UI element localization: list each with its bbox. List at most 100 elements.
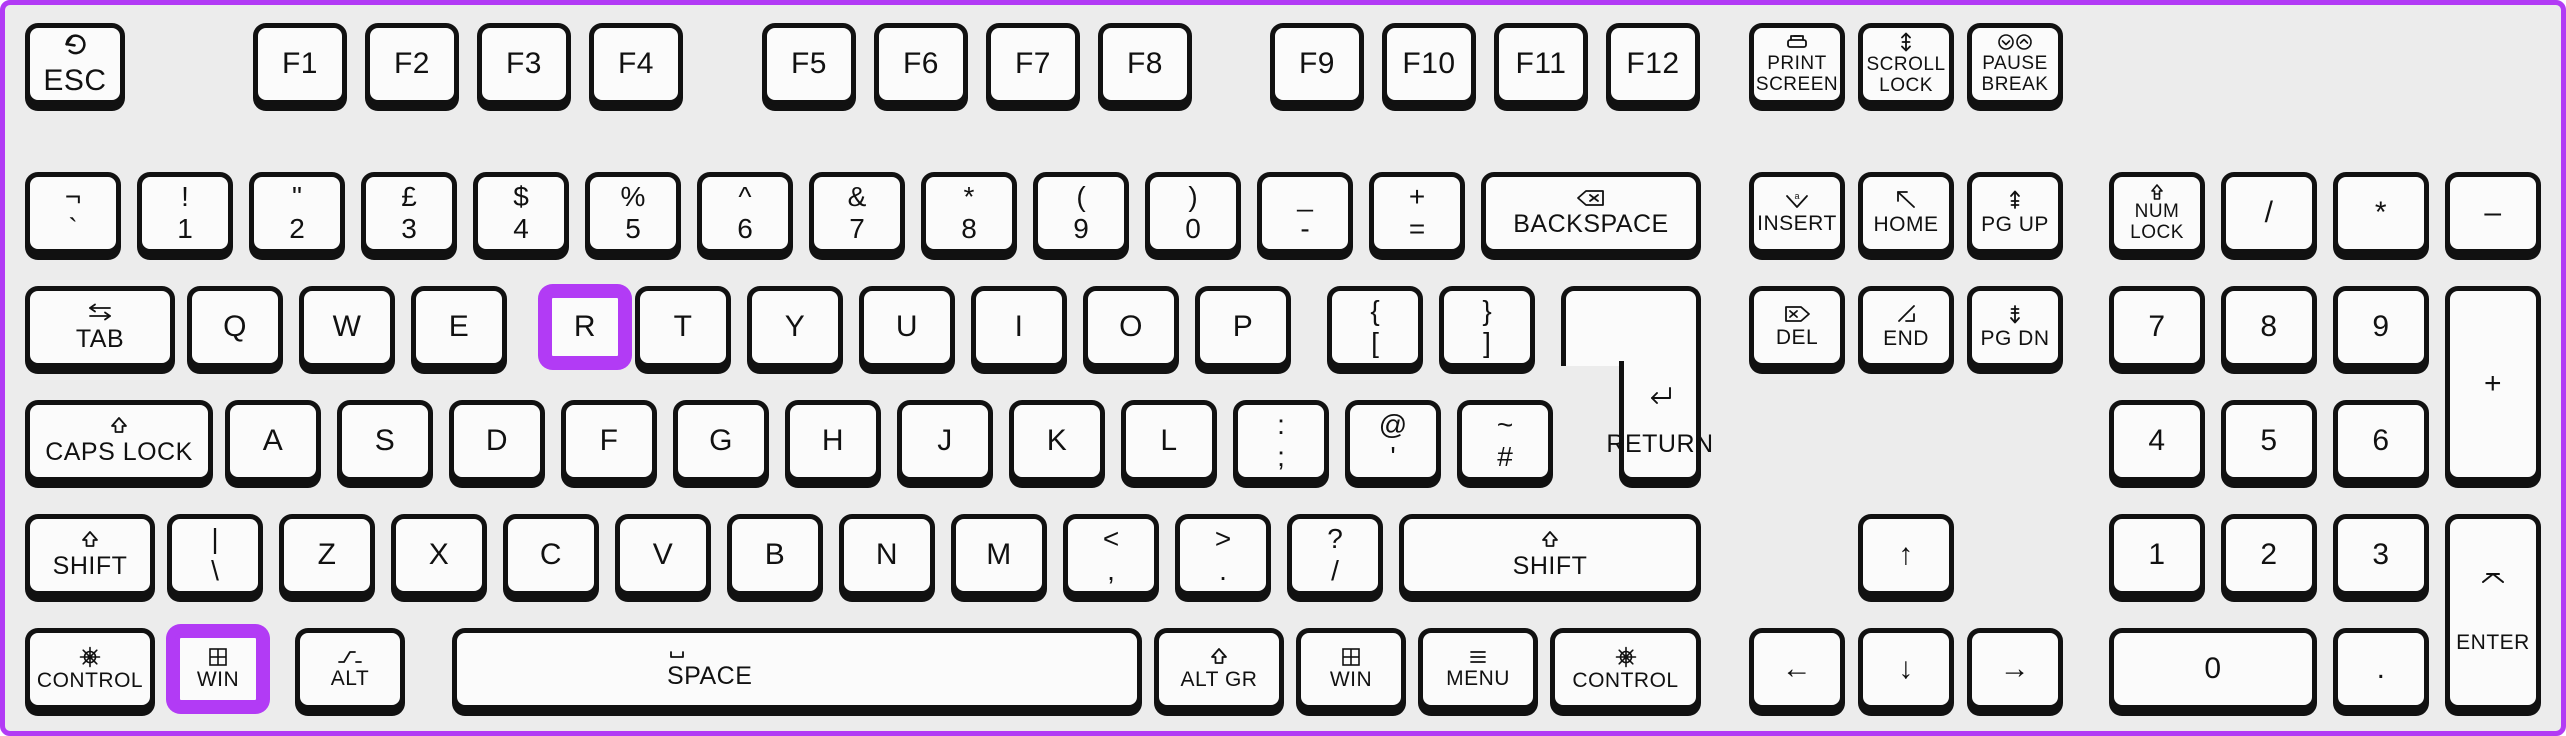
key-print-screen[interactable]: PRINT SCREEN (1749, 23, 1845, 105)
key-numpad-7[interactable]: 7 (2109, 286, 2205, 368)
key-numpad-4[interactable]: 4 (2109, 400, 2205, 482)
key-arrow-left[interactable]: ← (1749, 628, 1845, 710)
key-p[interactable]: P (1195, 286, 1291, 368)
key-numpad-1[interactable]: 1 (2109, 514, 2205, 596)
key-caps-lock[interactable]: CAPS LOCK (25, 400, 213, 482)
key-h[interactable]: H (785, 400, 881, 482)
key-numpad-6[interactable]: 6 (2333, 400, 2429, 482)
key-b[interactable]: B (727, 514, 823, 596)
key-o[interactable]: O (1083, 286, 1179, 368)
key-page-up[interactable]: PG UP (1967, 172, 2063, 254)
key-alt-gr[interactable]: ALT GR (1154, 628, 1284, 710)
key-f[interactable]: F (561, 400, 657, 482)
key-7[interactable]: & 7 (809, 172, 905, 254)
key-numpad-5[interactable]: 5 (2221, 400, 2317, 482)
key-m[interactable]: M (951, 514, 1047, 596)
key-r[interactable]: R (547, 293, 623, 361)
key-1[interactable]: ! 1 (137, 172, 233, 254)
key-numpad-0[interactable]: 0 (2109, 628, 2317, 710)
key-backslash[interactable]: | \ (167, 514, 263, 596)
key-end[interactable]: END (1858, 286, 1954, 368)
key-numpad-9[interactable]: 9 (2333, 286, 2429, 368)
key-menu[interactable]: MENU (1418, 628, 1538, 710)
key-numpad-enter[interactable]: ENTER (2445, 514, 2541, 710)
key-f5[interactable]: F5 (762, 23, 856, 105)
key-d[interactable]: D (449, 400, 545, 482)
key-f1[interactable]: F1 (253, 23, 347, 105)
key-minus[interactable]: _ - (1257, 172, 1353, 254)
key-bracket-left[interactable]: { [ (1327, 286, 1423, 368)
key-insert[interactable]: a INSERT (1749, 172, 1845, 254)
key-apostrophe[interactable]: @ ' (1345, 400, 1441, 482)
key-f12[interactable]: F12 (1606, 23, 1700, 105)
key-f11[interactable]: F11 (1494, 23, 1588, 105)
key-i[interactable]: I (971, 286, 1067, 368)
key-k[interactable]: K (1009, 400, 1105, 482)
key-shift-right[interactable]: SHIFT (1399, 514, 1701, 596)
key-y[interactable]: Y (747, 286, 843, 368)
key-escape[interactable]: ESC (25, 23, 125, 105)
key-arrow-up[interactable]: ↑ (1858, 514, 1954, 596)
key-control-left[interactable]: CONTROL (25, 628, 155, 710)
key-home[interactable]: HOME (1858, 172, 1954, 254)
key-numpad-minus[interactable]: – (2445, 172, 2541, 254)
key-arrow-right[interactable]: → (1967, 628, 2063, 710)
key-equals[interactable]: + = (1369, 172, 1465, 254)
key-numpad-2[interactable]: 2 (2221, 514, 2317, 596)
key-control-right[interactable]: CONTROL (1550, 628, 1701, 710)
key-f2[interactable]: F2 (365, 23, 459, 105)
key-return[interactable]: RETURN (1561, 286, 1713, 482)
key-8[interactable]: * 8 (921, 172, 1017, 254)
key-t[interactable]: T (635, 286, 731, 368)
key-f10[interactable]: F10 (1382, 23, 1476, 105)
key-4[interactable]: $ 4 (473, 172, 569, 254)
key-f6[interactable]: F6 (874, 23, 968, 105)
key-w[interactable]: W (299, 286, 395, 368)
key-l[interactable]: L (1121, 400, 1217, 482)
key-hash[interactable]: ~ # (1457, 400, 1553, 482)
key-z[interactable]: Z (279, 514, 375, 596)
key-s[interactable]: S (337, 400, 433, 482)
key-win-right[interactable]: WIN (1296, 628, 1406, 710)
key-f8[interactable]: F8 (1098, 23, 1192, 105)
key-a[interactable]: A (225, 400, 321, 482)
key-shift-left[interactable]: SHIFT (25, 514, 155, 596)
key-n[interactable]: N (839, 514, 935, 596)
key-numpad-num-lock[interactable]: NUM LOCK (2109, 172, 2205, 254)
key-tab[interactable]: TAB (25, 286, 175, 368)
key-space[interactable]: SPACE (452, 628, 1142, 710)
key-2[interactable]: " 2 (249, 172, 345, 254)
key-q[interactable]: Q (187, 286, 283, 368)
key-slash[interactable]: ? / (1287, 514, 1383, 596)
key-numpad-period[interactable]: . (2333, 628, 2429, 710)
key-5[interactable]: % 5 (585, 172, 681, 254)
key-comma[interactable]: < , (1063, 514, 1159, 596)
key-numpad-plus[interactable]: + (2445, 286, 2541, 482)
key-delete[interactable]: DEL (1749, 286, 1845, 368)
key-numpad-multiply[interactable]: * (2333, 172, 2429, 254)
key-win-left[interactable]: WIN (175, 633, 261, 705)
key-f9[interactable]: F9 (1270, 23, 1364, 105)
key-f3[interactable]: F3 (477, 23, 571, 105)
key-c[interactable]: C (503, 514, 599, 596)
key-period[interactable]: > . (1175, 514, 1271, 596)
key-x[interactable]: X (391, 514, 487, 596)
key-numpad-8[interactable]: 8 (2221, 286, 2317, 368)
key-9[interactable]: ( 9 (1033, 172, 1129, 254)
key-u[interactable]: U (859, 286, 955, 368)
key-page-down[interactable]: PG DN (1967, 286, 2063, 368)
key-e[interactable]: E (411, 286, 507, 368)
key-j[interactable]: J (897, 400, 993, 482)
key-backspace[interactable]: BACKSPACE (1481, 172, 1701, 254)
key-v[interactable]: V (615, 514, 711, 596)
key-arrow-down[interactable]: ↓ (1858, 628, 1954, 710)
key-pause-break[interactable]: PAUSE BREAK (1967, 23, 2063, 105)
key-numpad-divide[interactable]: / (2221, 172, 2317, 254)
key-g[interactable]: G (673, 400, 769, 482)
key-f7[interactable]: F7 (986, 23, 1080, 105)
key-f4[interactable]: F4 (589, 23, 683, 105)
key-bracket-right[interactable]: } ] (1439, 286, 1535, 368)
key-0[interactable]: ) 0 (1145, 172, 1241, 254)
key-numpad-3[interactable]: 3 (2333, 514, 2429, 596)
key-backtick[interactable]: ¬ ` (25, 172, 121, 254)
